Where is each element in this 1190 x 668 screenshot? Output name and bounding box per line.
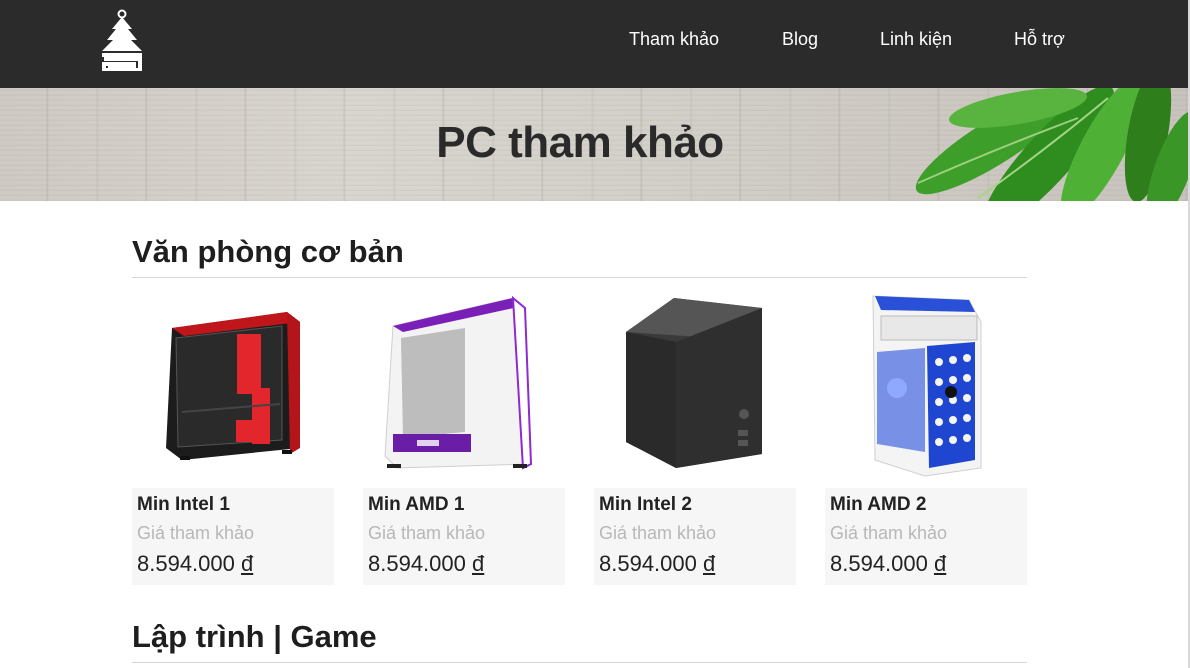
product-card[interactable]: Min AMD 2 Giá tham khảo 8.594.000 đ	[825, 292, 1027, 585]
product-name: Min AMD 2	[830, 494, 927, 515]
section-title: Văn phòng cơ bản	[132, 234, 404, 269]
product-subtitle: Giá tham khảo	[368, 523, 486, 543]
product-info: Min Intel 1 Giá tham khảo 8.594.000 đ	[132, 488, 334, 585]
product-name: Min Intel 1	[137, 494, 230, 515]
product-price: 8.594.000 đ	[599, 551, 715, 577]
product-subtitle: Giá tham khảo	[599, 523, 717, 543]
nav-link-linh-kien[interactable]: Linh kiện	[880, 29, 952, 50]
product-info: Min AMD 2 Giá tham khảo 8.594.000 đ	[825, 488, 1027, 585]
price-value: 8.594.000	[137, 551, 235, 576]
hero-banner: PC tham khảo	[0, 88, 1188, 201]
product-price: 8.594.000 đ	[137, 551, 253, 577]
product-image	[166, 312, 300, 460]
top-navbar: Tham khảo Blog Linh kiện Hỗ trợ	[0, 0, 1190, 88]
price-currency: đ	[472, 551, 485, 576]
price-value: 8.594.000	[599, 551, 697, 576]
product-name: Min AMD 1	[368, 494, 465, 515]
product-price: 8.594.000 đ	[368, 551, 484, 577]
section-title: Lập trình | Game	[132, 619, 377, 654]
nav-link-tham-khao[interactable]: Tham khảo	[629, 29, 719, 50]
nav-link-ho-tro[interactable]: Hỗ trợ	[1014, 29, 1065, 50]
price-value: 8.594.000	[830, 551, 928, 576]
product-card[interactable]: Min Intel 2 Giá tham khảo 8.594.000 đ	[594, 292, 796, 585]
product-subtitle: Giá tham khảo	[137, 523, 255, 543]
product-image	[384, 295, 533, 470]
banner-title: PC tham khảo	[436, 118, 724, 167]
product-name: Min Intel 2	[599, 494, 692, 515]
product-card[interactable]: Min Intel 1 Giá tham khảo 8.594.000 đ	[132, 292, 334, 585]
product-subtitle: Giá tham khảo	[830, 523, 948, 543]
product-image	[626, 298, 762, 468]
nav-link-blog[interactable]: Blog	[782, 29, 818, 50]
product-info: Min Intel 2 Giá tham khảo 8.594.000 đ	[594, 488, 796, 585]
price-value: 8.594.000	[368, 551, 466, 576]
product-image	[872, 295, 982, 477]
section-divider	[132, 277, 1027, 278]
price-currency: đ	[241, 551, 254, 576]
section-divider	[132, 662, 1027, 663]
price-currency: đ	[703, 551, 716, 576]
logo-icon[interactable]	[98, 9, 146, 71]
product-card[interactable]: Min AMD 1 Giá tham khảo 8.594.000 đ	[363, 292, 565, 585]
product-price: 8.594.000 đ	[830, 551, 946, 577]
price-currency: đ	[934, 551, 947, 576]
product-info: Min AMD 1 Giá tham khảo 8.594.000 đ	[363, 488, 565, 585]
